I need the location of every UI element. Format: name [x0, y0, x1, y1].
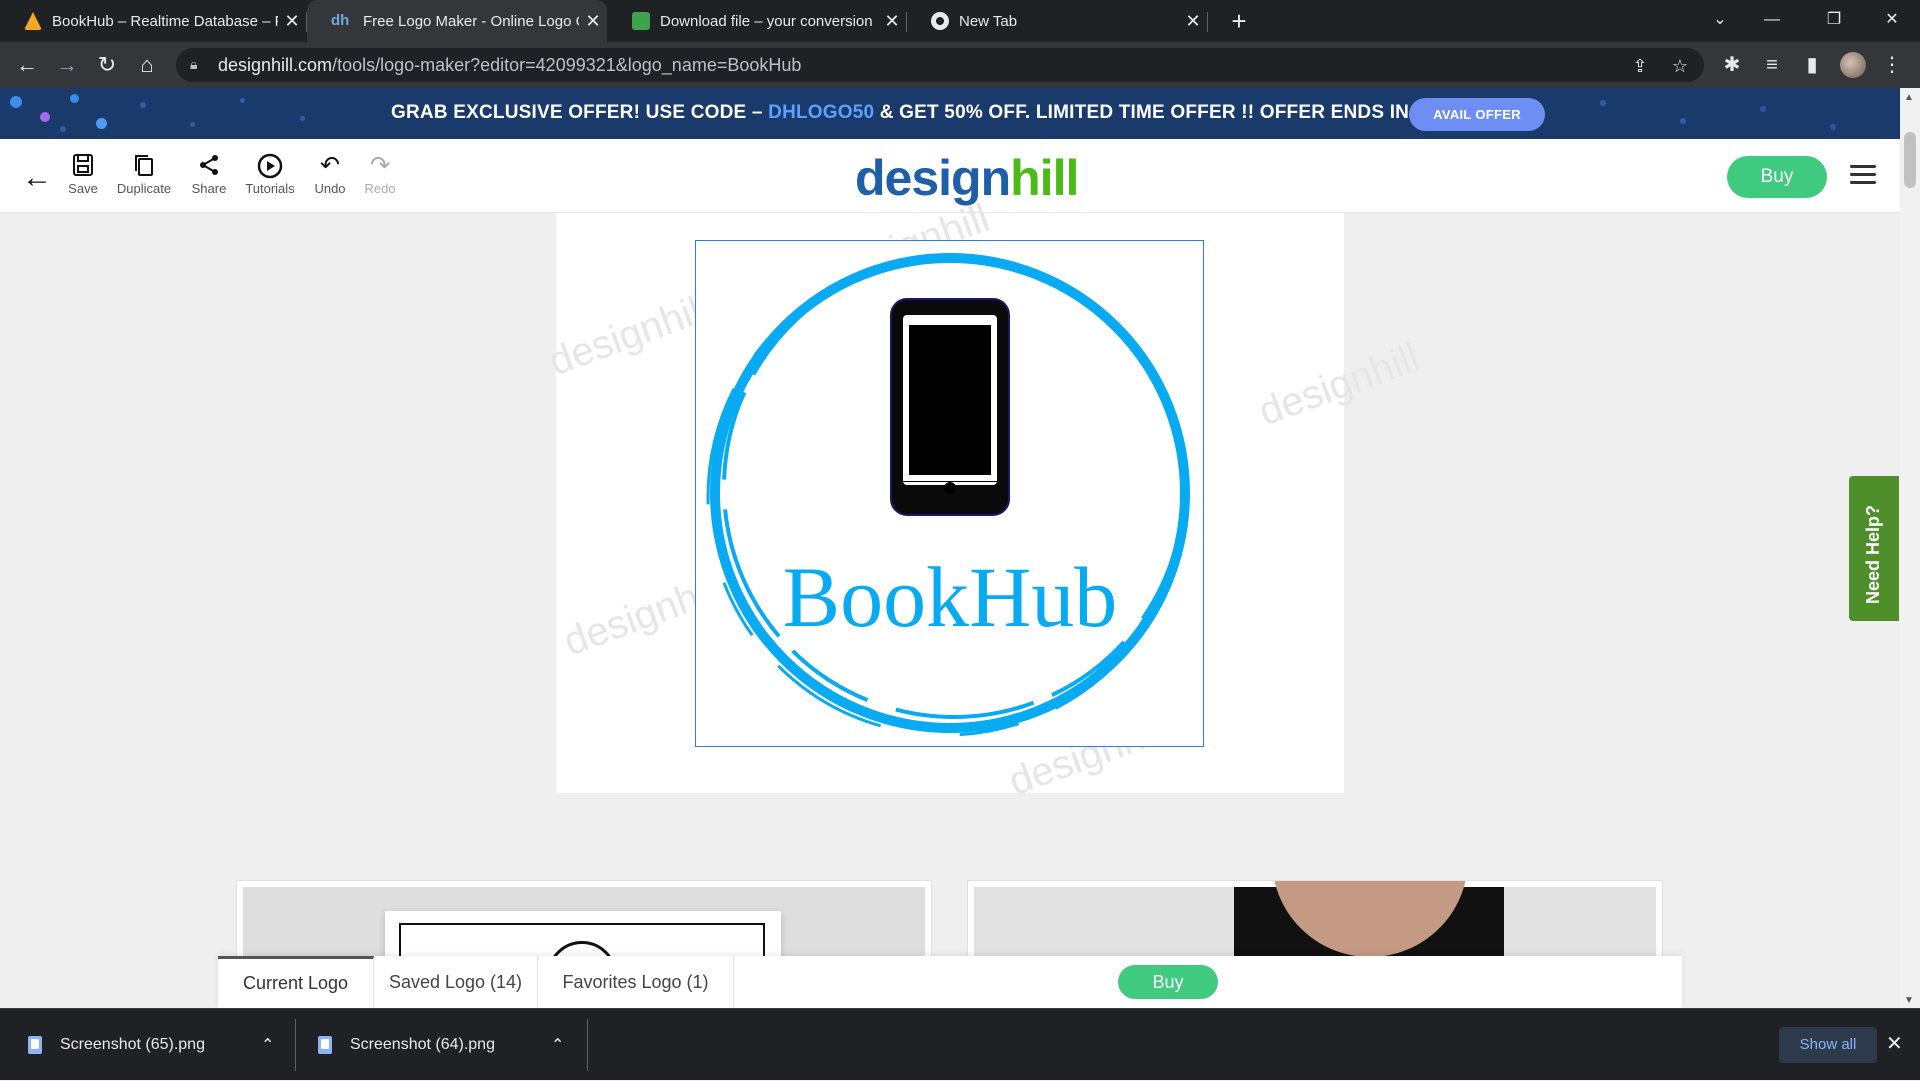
file-icon: [318, 1036, 332, 1054]
close-downloads-icon[interactable]: ✕: [1886, 1031, 1903, 1056]
share-page-icon[interactable]: ⇪: [1628, 55, 1652, 79]
tab-download-file[interactable]: Download file – your conversion ✕: [608, 0, 906, 42]
tab-saved-logo[interactable]: Saved Logo (14): [374, 956, 538, 1008]
forward-icon[interactable]: →: [52, 50, 82, 80]
restore-icon[interactable]: ❐: [1806, 0, 1862, 42]
firebase-icon: [24, 12, 42, 30]
avail-offer-button[interactable]: AVAIL OFFER: [1409, 98, 1545, 131]
save-icon: [64, 153, 102, 179]
save-button[interactable]: Save: [64, 153, 102, 196]
phone-icon: [890, 298, 1010, 516]
tab-new-tab[interactable]: New Tab ✕: [907, 0, 1207, 42]
bookhub-logo[interactable]: BookHub: [696, 241, 1205, 748]
address-bar[interactable]: 🔒︎ designhill.com/tools/logo-maker?edito…: [176, 48, 1704, 82]
file-icon: [28, 1036, 42, 1054]
scroll-thumb[interactable]: [1904, 132, 1916, 188]
side-panel-icon[interactable]: ▮: [1800, 53, 1824, 77]
media-control-icon[interactable]: ≡: [1760, 53, 1784, 77]
chevron-up-icon[interactable]: ⌃: [261, 1035, 274, 1055]
tab-bookhub-database[interactable]: BookHub – Realtime Database – F ✕: [0, 0, 306, 42]
designhill-logo[interactable]: designhill: [855, 149, 1079, 207]
play-icon: [242, 153, 298, 179]
duplicate-icon: [112, 153, 176, 179]
editor-toolbar: ← Save Duplicate Share Tutorials ↶ Undo …: [0, 139, 1900, 213]
tab-current-logo[interactable]: Current Logo: [218, 956, 374, 1008]
download-item[interactable]: Screenshot (65).png ⌃: [28, 1009, 274, 1081]
reload-icon[interactable]: ↻: [92, 50, 122, 80]
logo-text: BookHub: [783, 549, 1117, 645]
promo-text: GRAB EXCLUSIVE OFFER! USE CODE – DHLOGO5…: [391, 102, 1493, 123]
promo-banner: GRAB EXCLUSIVE OFFER! USE CODE – DHLOGO5…: [0, 88, 1900, 139]
back-icon[interactable]: ←: [12, 50, 42, 80]
need-help-tab[interactable]: Need Help?: [1849, 476, 1899, 621]
chrome-icon: [931, 12, 949, 30]
share-icon: [188, 153, 230, 179]
converter-icon: [632, 12, 650, 30]
new-tab-icon[interactable]: +: [1222, 4, 1256, 38]
show-all-button[interactable]: Show all: [1779, 1027, 1877, 1063]
scroll-down-icon[interactable]: ▼: [1904, 995, 1914, 1006]
lock-icon[interactable]: 🔒︎: [190, 56, 197, 73]
logo-tabs-bar: Current Logo Saved Logo (14) Favorites L…: [218, 956, 1682, 1008]
tutorials-button[interactable]: Tutorials: [242, 153, 298, 196]
share-button[interactable]: Share: [188, 153, 230, 196]
chevron-up-icon[interactable]: ⌃: [551, 1035, 564, 1055]
redo-icon: ↷: [369, 152, 391, 179]
close-tab-icon[interactable]: ✕: [579, 11, 607, 32]
download-item[interactable]: Screenshot (64).png ⌃: [318, 1009, 564, 1081]
browser-tab-strip: BookHub – Realtime Database – F ✕ dh Fre…: [0, 0, 1920, 42]
bookmark-star-icon[interactable]: ☆: [1668, 55, 1692, 79]
profile-avatar[interactable]: [1840, 52, 1866, 78]
promo-code: DHLOGO50: [768, 102, 875, 123]
undo-button[interactable]: ↶ Undo: [310, 152, 350, 197]
downloads-bar: Screenshot (65).png ⌃ Screenshot (64).pn…: [0, 1008, 1920, 1080]
home-icon[interactable]: ⌂: [132, 50, 162, 80]
redo-button[interactable]: ↷ Redo: [360, 152, 400, 197]
tab-logo-maker[interactable]: dh Free Logo Maker - Online Logo C ✕: [307, 0, 607, 42]
close-tab-icon[interactable]: ✕: [878, 11, 906, 32]
menu-icon[interactable]: [1850, 165, 1876, 185]
watermark: designhill: [543, 285, 716, 385]
extensions-icon[interactable]: ✱: [1720, 53, 1744, 77]
close-tab-icon[interactable]: ✕: [1179, 11, 1207, 32]
designhill-icon: dh: [331, 12, 350, 29]
undo-icon: ↶: [319, 152, 341, 179]
address-toolbar: ← → ↻ ⌂ 🔒︎ designhill.com/tools/logo-mak…: [0, 42, 1920, 88]
tab-favorites-logo[interactable]: Favorites Logo (1): [538, 956, 734, 1008]
watermark: designhill: [1253, 335, 1426, 435]
chrome-menu-icon[interactable]: ⋮: [1880, 53, 1904, 77]
duplicate-button[interactable]: Duplicate: [112, 153, 176, 196]
tab-search-icon[interactable]: ⌄: [1692, 0, 1748, 42]
logo-selection-frame[interactable]: BookHub: [695, 240, 1204, 747]
minimize-icon[interactable]: —: [1744, 0, 1800, 42]
close-window-icon[interactable]: ✕: [1864, 0, 1920, 42]
scroll-up-icon[interactable]: ▲: [1904, 92, 1914, 103]
back-arrow-icon[interactable]: ←: [22, 161, 52, 195]
close-tab-icon[interactable]: ✕: [278, 11, 306, 32]
url-text[interactable]: designhill.com/tools/logo-maker?editor=4…: [218, 55, 801, 76]
buy-button[interactable]: Buy: [1727, 156, 1827, 198]
buy-bottom-button[interactable]: Buy: [1118, 965, 1218, 999]
page-scrollbar[interactable]: ▲ ▼: [1900, 88, 1920, 1008]
